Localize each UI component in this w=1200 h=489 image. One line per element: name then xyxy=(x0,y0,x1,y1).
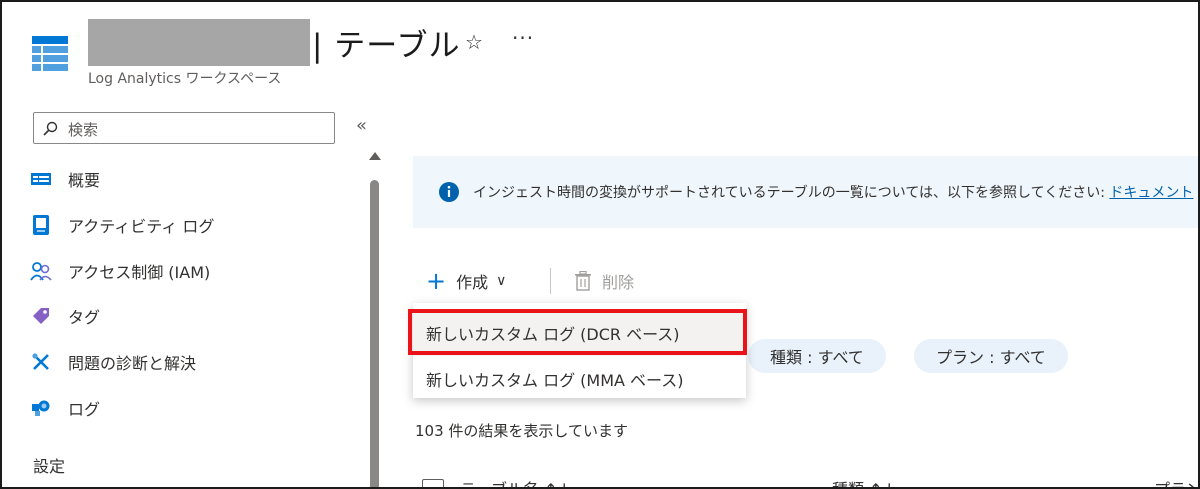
scrollbar-thumb[interactable] xyxy=(370,180,379,487)
create-button[interactable]: + 作成 ∨ xyxy=(426,266,506,296)
sidebar-item-logs[interactable]: ログ xyxy=(30,393,100,423)
info-icon xyxy=(439,182,459,202)
banner-message: インジェスト時間の変換がサポートされているテーブルの一覧については、以下を参照し… xyxy=(473,182,1193,202)
tag-icon xyxy=(30,305,52,327)
sidebar-scrollbar[interactable] xyxy=(368,152,381,487)
delete-label: 削除 xyxy=(602,273,635,292)
trash-icon xyxy=(575,271,591,291)
access-control-icon xyxy=(30,260,52,282)
filter-type-pill[interactable]: 種類 : すべて xyxy=(748,339,886,373)
sidebar-item-label: タグ xyxy=(68,308,101,327)
create-label: 作成 xyxy=(456,273,489,292)
sidebar-item-label: 概要 xyxy=(68,171,101,190)
highlight-box xyxy=(408,309,747,355)
app-frame: | テーブル ☆ ··· Log Analytics ワークスペース 検索 « … xyxy=(0,0,1200,489)
sidebar-search-input[interactable]: 検索 xyxy=(33,112,335,144)
sidebar-item-label: ログ xyxy=(68,400,101,419)
info-banner: インジェスト時間の変換がサポートされているテーブルの一覧については、以下を参照し… xyxy=(413,156,1198,228)
documentation-link[interactable]: ドキュメント xyxy=(1109,185,1193,201)
search-icon xyxy=(43,121,58,136)
column-header-type[interactable]: 種類 ↑↓ xyxy=(832,476,896,487)
banner-text: インジェスト時間の変換がサポートされているテーブルの一覧については、以下を参照し… xyxy=(473,185,1105,201)
sidebar-item-tags[interactable]: タグ xyxy=(30,301,100,331)
sidebar-section-settings: 設定 xyxy=(33,457,66,476)
overview-icon xyxy=(30,168,52,190)
favorite-star-icon[interactable]: ☆ xyxy=(465,30,483,54)
chevron-down-icon: ∨ xyxy=(496,273,507,289)
sidebar-item-diagnose[interactable]: 問題の診断と解決 xyxy=(30,347,196,377)
result-count: 103 件の結果を表示しています xyxy=(415,422,628,440)
sidebar-item-label: アクティビティ ログ xyxy=(68,217,215,236)
plus-icon: + xyxy=(426,267,447,295)
table-icon xyxy=(32,36,68,71)
filter-plan-pill[interactable]: プラン : すべて xyxy=(914,339,1068,373)
diagnose-icon xyxy=(30,351,52,373)
more-actions-button[interactable]: ··· xyxy=(512,26,534,50)
toolbar-divider xyxy=(550,268,551,294)
collapse-sidebar-button[interactable]: « xyxy=(356,115,367,136)
page-title: | テーブル xyxy=(312,28,461,64)
select-all-checkbox[interactable] xyxy=(422,479,444,487)
delete-button[interactable]: 削除 xyxy=(574,266,634,296)
column-header-table-name[interactable]: テーブル名 ↑↓ xyxy=(460,476,571,487)
sidebar-item-overview[interactable]: 概要 xyxy=(30,164,100,194)
logs-icon xyxy=(30,397,52,419)
redacted-workspace-name xyxy=(88,19,310,66)
sidebar-item-activity-log[interactable]: アクティビティ ログ xyxy=(30,210,214,240)
scroll-up-arrow-icon[interactable] xyxy=(369,152,381,160)
activity-log-icon xyxy=(30,214,52,236)
menu-item-custom-log-mma[interactable]: 新しいカスタム ログ (MMA ベース) xyxy=(413,356,746,402)
page-subtitle: Log Analytics ワークスペース xyxy=(88,71,282,87)
sidebar-item-label: アクセス制御 (IAM) xyxy=(68,263,211,282)
column-header-plan[interactable]: プラン xyxy=(1154,476,1198,487)
sidebar-item-access-control[interactable]: アクセス制御 (IAM) xyxy=(30,256,210,286)
sidebar-item-label: 問題の診断と解決 xyxy=(68,354,197,373)
search-placeholder: 検索 xyxy=(68,121,99,139)
